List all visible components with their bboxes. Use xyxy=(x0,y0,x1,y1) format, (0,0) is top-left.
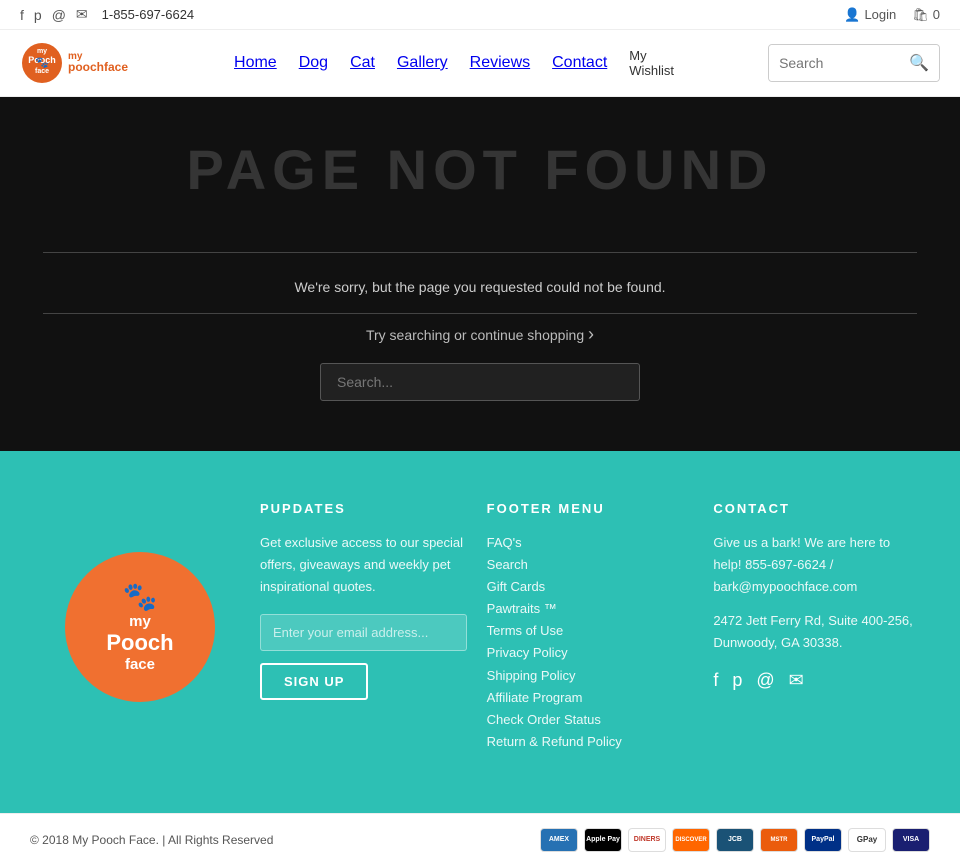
footer-instagram-icon[interactable]: @ xyxy=(756,670,774,691)
nav-dog[interactable]: Dog xyxy=(299,54,328,72)
footer-logo-circle: 🐾 my Pooch face xyxy=(65,552,215,702)
payment-discover: DISCOVER xyxy=(672,828,710,852)
footer-logo-paw: 🐾 xyxy=(106,580,173,613)
svg-text:🐾: 🐾 xyxy=(35,57,49,69)
not-found-message: We're sorry, but the page you requested … xyxy=(294,279,665,295)
footer-contact: CONTACT Give us a bark! We are here to h… xyxy=(713,501,920,753)
nav-reviews[interactable]: Reviews xyxy=(470,54,530,72)
footer-link-item[interactable]: Terms of Use xyxy=(487,620,694,642)
social-icons: f p @ ✉ xyxy=(20,6,88,23)
divider-top xyxy=(43,252,917,253)
svg-text:poochface: poochface xyxy=(68,60,128,74)
navbar: my Pooch face 🐾 my poochface Home Dog Ca… xyxy=(0,30,960,97)
phone-number[interactable]: 1-855-697-6624 xyxy=(102,7,195,22)
nav-contact[interactable]: Contact xyxy=(552,54,607,72)
nav-cat[interactable]: Cat xyxy=(350,54,375,72)
footer-pupdates: PUPDATES Get exclusive access to our spe… xyxy=(260,501,467,753)
nav-gallery[interactable]: Gallery xyxy=(397,54,448,72)
payment-jcb: JCB xyxy=(716,828,754,852)
footer-grid: 🐾 my Pooch face PUPDATES Get exclusive a… xyxy=(40,501,920,753)
payment-icons: AMEX Apple Pay DINERS DISCOVER JCB MSTR … xyxy=(540,828,930,852)
email-icon[interactable]: ✉ xyxy=(76,6,88,23)
payment-mastercard: MSTR xyxy=(760,828,798,852)
not-found-section: PAGE NOT FOUND We're sorry, but the page… xyxy=(0,97,960,451)
pupdates-desc: Get exclusive access to our special offe… xyxy=(260,532,467,598)
email-input[interactable] xyxy=(260,614,467,651)
footer-links: FAQ'sSearchGift CardsPawtraits ™Terms of… xyxy=(487,532,694,753)
cart-count: 0 xyxy=(933,7,940,22)
footer-logo: 🐾 my Pooch face xyxy=(40,501,240,753)
nav-wishlist[interactable]: MyWishlist xyxy=(629,48,674,78)
copyright: © 2018 My Pooch Face. | All Rights Reser… xyxy=(30,833,273,847)
divider-bottom xyxy=(43,313,917,314)
top-bar-right: 👤 Login 🛍 0 xyxy=(844,7,940,23)
footer-pinterest-icon[interactable]: p xyxy=(732,670,742,691)
wishlist-label: MyWishlist xyxy=(629,48,674,78)
user-icon: 👤 xyxy=(844,7,860,23)
footer-logo-face: face xyxy=(106,656,173,673)
payment-gpay: GPay xyxy=(848,828,886,852)
footer-link-item[interactable]: FAQ's xyxy=(487,532,694,554)
footer-menu-title: FOOTER MENU xyxy=(487,501,694,516)
footer-link-item[interactable]: Check Order Status xyxy=(487,709,694,731)
login-label: Login xyxy=(864,7,896,22)
svg-text:my: my xyxy=(37,48,47,55)
contact-address: 2472 Jett Ferry Rd, Suite 400-256, Dunwo… xyxy=(713,610,920,654)
payment-visa: VISA xyxy=(892,828,930,852)
search-button[interactable]: 🔍 xyxy=(899,45,939,81)
footer: 🐾 my Pooch face PUPDATES Get exclusive a… xyxy=(0,451,960,813)
site-logo[interactable]: my Pooch face 🐾 my poochface xyxy=(20,38,140,88)
nav-home[interactable]: Home xyxy=(234,54,277,72)
pupdates-title: PUPDATES xyxy=(260,501,467,516)
footer-link-item[interactable]: Gift Cards xyxy=(487,576,694,598)
footer-link-item[interactable]: Shipping Policy xyxy=(487,665,694,687)
contact-title: CONTACT xyxy=(713,501,920,516)
pinterest-icon[interactable]: p xyxy=(34,7,42,23)
not-found-sub: Try searching or continue shopping › xyxy=(366,324,594,345)
footer-logo-pooch: Pooch xyxy=(106,630,173,656)
facebook-icon[interactable]: f xyxy=(20,7,24,23)
contact-text: Give us a bark! We are here to help! 855… xyxy=(713,532,920,598)
footer-mail-icon[interactable]: ✉ xyxy=(789,670,804,691)
payment-applepay: Apple Pay xyxy=(584,828,622,852)
logo-svg: my Pooch face 🐾 my poochface xyxy=(20,39,140,87)
footer-link-item[interactable]: Search xyxy=(487,554,694,576)
footer-link-item[interactable]: Pawtraits ™ xyxy=(487,598,694,620)
signup-button[interactable]: SIGN UP xyxy=(260,663,368,700)
payment-paypal: PayPal xyxy=(804,828,842,852)
search-input[interactable] xyxy=(769,45,899,81)
footer-facebook-icon[interactable]: f xyxy=(713,670,718,691)
not-found-title: PAGE NOT FOUND xyxy=(187,137,774,202)
cart-bag-icon: 🛍 xyxy=(912,7,929,23)
not-found-arrow: › xyxy=(588,324,594,344)
search-input-404[interactable] xyxy=(320,363,640,401)
top-bar: f p @ ✉ 1-855-697-6624 👤 Login 🛍 0 xyxy=(0,0,960,30)
footer-menu: FOOTER MENU FAQ'sSearchGift CardsPawtrai… xyxy=(487,501,694,753)
footer-logo-my: my xyxy=(106,613,173,630)
search-box: 🔍 xyxy=(768,44,940,82)
footer-link-item[interactable]: Affiliate Program xyxy=(487,687,694,709)
social-footer-icons: f p @ ✉ xyxy=(713,670,920,691)
cart-icon[interactable]: 🛍 0 xyxy=(912,7,940,23)
instagram-icon[interactable]: @ xyxy=(52,7,66,23)
footer-bottom: © 2018 My Pooch Face. | All Rights Reser… xyxy=(0,813,960,866)
main-nav: Home Dog Cat Gallery Reviews Contact MyW… xyxy=(234,48,674,78)
login-link[interactable]: 👤 Login xyxy=(844,7,896,23)
svg-text:face: face xyxy=(35,68,49,75)
not-found-sub-text: Try searching or continue shopping xyxy=(366,327,584,343)
footer-link-item[interactable]: Privacy Policy xyxy=(487,642,694,664)
search-icon: 🔍 xyxy=(909,53,929,73)
payment-amex: AMEX xyxy=(540,828,578,852)
footer-link-item[interactable]: Return & Refund Policy xyxy=(487,731,694,753)
top-bar-left: f p @ ✉ 1-855-697-6624 xyxy=(20,6,194,23)
payment-diners: DINERS xyxy=(628,828,666,852)
